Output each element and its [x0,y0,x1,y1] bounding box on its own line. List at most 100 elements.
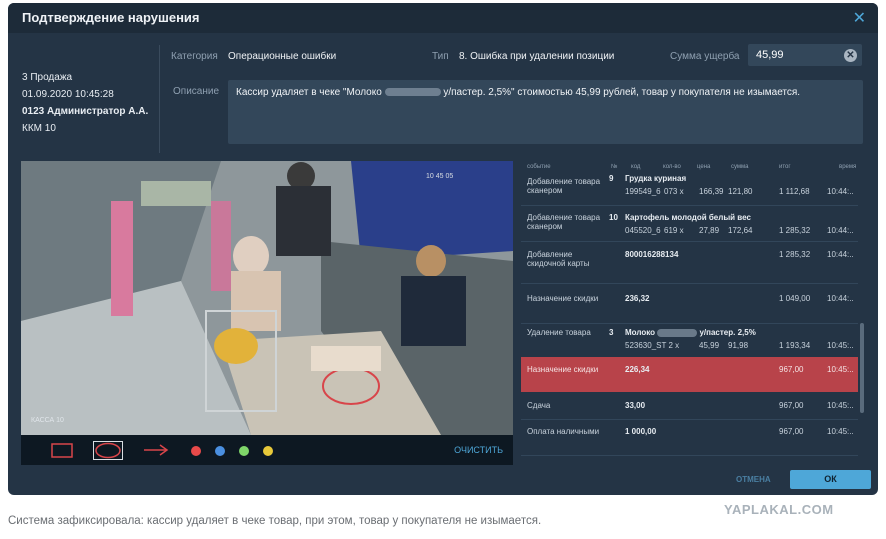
color-red-swatch[interactable] [191,446,201,456]
row-price: 45,99 [699,341,720,350]
amount-label: Сумма ущерба [670,51,740,62]
row-code: 199549_6 [625,187,661,196]
image-caption: Система зафиксировала: кассир удаляет в … [8,515,542,527]
row-total: 967,00 [779,365,804,374]
row-time: 10:44:.. [827,250,854,259]
table-row[interactable]: Добавление товара сканером 9 Грудка кури… [521,173,858,206]
camera-label: КАССА 10 [31,417,64,424]
camera-timestamp: 10 45 05 [426,173,454,180]
table-row[interactable]: Оплата наличными 1 000,00 967,00 10:45:.… [521,419,858,456]
row-name: 236,32 [625,294,650,303]
row-qty: 619 x [664,226,684,235]
table-row[interactable]: Добавление скидочной карты 800016288134 … [521,241,858,284]
header-total: итог [779,164,791,170]
category-label: Категория [171,51,218,62]
row-time: 10:45:.. [827,365,854,374]
row-time: 10:45:.. [827,401,854,410]
row-event: Добавление товара сканером [527,213,601,231]
row-event: Оплата наличными [527,427,600,436]
receipt-events-table: событие № код кол-во цена сумма итог вре… [521,161,858,461]
header-time: время [839,164,857,170]
row-time: 10:44:.. [827,226,854,235]
close-icon[interactable]: ✕ [853,8,866,28]
row-sum: 172,64 [728,226,753,235]
cashier-name: 0123 Администратор А.А. [22,106,149,117]
camera-frame [21,161,513,435]
row-sum: 121,80 [728,187,753,196]
row-time: 10:44:.. [827,187,854,196]
row-event: Назначение скидки [527,294,599,303]
color-yellow-swatch[interactable] [263,446,273,456]
row-price: 27,89 [699,226,720,235]
row-total: 1 112,68 [779,187,810,196]
header-num: № [611,164,618,170]
row-code: 523630_ST 2 x [625,341,680,350]
row-event: Удаление товара [527,328,591,337]
table-header: событие № код кол-во цена сумма итог вре… [521,161,858,173]
row-name: 800016288134 [625,250,679,259]
row-name-end: у/пастер. 2,5% [699,328,756,337]
clear-amount-icon[interactable]: ✕ [844,49,857,62]
color-blue-swatch[interactable] [215,446,225,456]
row-sum: 91,98 [728,341,749,350]
row-name: 226,34 [625,365,650,374]
register-id: ККМ 10 [22,123,56,134]
store-name: 3 Продажа [22,72,73,83]
header-sum: сумма [731,164,749,170]
row-event: Назначение скидки [527,365,599,374]
row-name-start: Молоко [625,328,655,337]
clear-drawing-button[interactable]: ОЧИСТИТЬ [454,445,503,455]
header-price: цена [697,164,711,170]
row-code: 045520_6 [625,226,661,235]
violation-dialog: Подтверждение нарушения ✕ 3 Продажа 01.0… [8,3,878,495]
type-value[interactable]: 8. Ошибка при удалении позиции [459,51,614,62]
header-event: событие [527,164,551,170]
description-label: Описание [173,86,220,97]
row-name: Грудка куриная [625,174,687,183]
row-event: Добавление скидочной карты [527,250,590,268]
description-text-end: у/пастер. 2,5%" стоимостью 45,99 рублей,… [443,87,801,98]
receipt-info: 3 Продажа 01.09.2020 10:45:28 0123 Админ… [22,69,148,137]
description-text-start: Кассир удаляет в чеке "Молоко [236,87,382,98]
row-qty: 073 x [664,187,684,196]
info-divider [159,45,160,153]
category-value[interactable]: Операционные ошибки [228,51,336,62]
row-event: Сдача [527,401,551,410]
row-total: 1 285,32 [779,226,811,235]
row-num: 10 [609,213,618,222]
redacted-text [657,328,698,337]
row-total: 1 193,34 [779,341,811,350]
row-name: Молоко у/пастер. 2,5% [625,328,756,337]
row-price: 166,39 [699,187,724,196]
dialog-titlebar: Подтверждение нарушения ✕ [8,3,878,33]
row-event: Добавление товара сканером [527,177,601,195]
row-name: Картофель молодой белый вес [625,213,751,222]
arrow-tool-icon[interactable] [143,444,169,456]
row-total: 967,00 [779,401,804,410]
row-total: 1 285,32 [779,250,811,259]
color-green-swatch[interactable] [239,446,249,456]
table-row-selected[interactable]: Назначение скидки 226,34 967,00 10:45:.. [521,357,858,392]
redacted-text [384,88,441,97]
table-row[interactable]: Добавление товара сканером 10 Картофель … [521,205,858,242]
drawing-toolbar: ОЧИСТИТЬ [21,435,513,465]
camera-video[interactable]: 10 45 05 КАССА 10 [21,161,513,464]
cancel-button[interactable]: ОТМЕНА [736,475,771,484]
row-time: 10:45:.. [827,427,854,436]
rectangle-tool-icon[interactable] [51,443,73,458]
header-qty: кол-во [663,164,681,170]
row-num: 3 [609,328,614,337]
row-total: 1 049,00 [779,294,811,303]
row-total: 967,00 [779,427,804,436]
table-row[interactable]: Удаление товара 3 Молоко у/пастер. 2,5% … [521,323,858,358]
table-scrollbar[interactable] [860,323,864,413]
table-row[interactable]: Назначение скидки 236,32 1 049,00 10:44:… [521,283,858,324]
ellipse-tool-icon[interactable] [93,441,123,460]
description-field[interactable]: Кассир удаляет в чеке "Молоко у/пастер. … [228,80,863,144]
table-row[interactable]: Сдача 33,00 967,00 10:45:.. [521,391,858,420]
row-time: 10:45:.. [827,341,854,350]
ok-button[interactable]: ОК [790,470,871,489]
dialog-title: Подтверждение нарушения [22,10,200,25]
row-name: 1 000,00 [625,427,657,436]
row-name: 33,00 [625,401,646,410]
